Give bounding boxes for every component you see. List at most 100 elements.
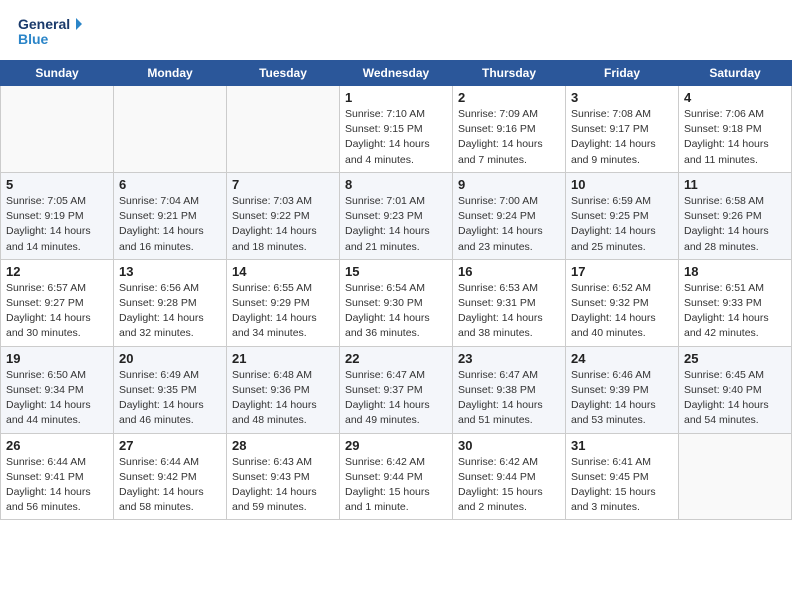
day-number: 13	[119, 264, 221, 279]
page-header: General Blue	[0, 0, 792, 60]
day-info: Sunrise: 6:51 AM Sunset: 9:33 PM Dayligh…	[684, 281, 786, 342]
day-header-sunday: Sunday	[1, 61, 114, 86]
calendar-cell: 3 Sunrise: 7:08 AM Sunset: 9:17 PM Daylig…	[566, 86, 679, 173]
day-info: Sunrise: 7:04 AM Sunset: 9:21 PM Dayligh…	[119, 194, 221, 255]
calendar-cell: 8Sunrise: 7:01 AM Sunset: 9:23 PM Daylig…	[340, 172, 453, 259]
day-number: 27	[119, 438, 221, 453]
day-number: 20	[119, 351, 221, 366]
calendar-table: SundayMondayTuesdayWednesdayThursdayFrid…	[0, 60, 792, 520]
calendar-cell: 10Sunrise: 6:59 AM Sunset: 9:25 PM Dayli…	[566, 172, 679, 259]
day-number: 2	[458, 90, 560, 105]
calendar-cell: 29 Sunrise: 6:42 AM Sunset: 9:44 PM Dayli…	[340, 433, 453, 520]
day-number: 3	[571, 90, 673, 105]
logo-svg: General Blue	[18, 14, 88, 52]
calendar-cell: 11 Sunrise: 6:58 AM Sunset: 9:26 PM Dayli…	[679, 172, 792, 259]
day-number: 17	[571, 264, 673, 279]
day-info: Sunrise: 6:58 AM Sunset: 9:26 PM Dayligh…	[684, 194, 786, 255]
day-number: 14	[232, 264, 334, 279]
calendar-week-4: 19Sunrise: 6:50 AM Sunset: 9:34 PM Dayli…	[1, 346, 792, 433]
day-header-tuesday: Tuesday	[227, 61, 340, 86]
calendar-cell: 6 Sunrise: 7:04 AM Sunset: 9:21 PM Daylig…	[114, 172, 227, 259]
day-info: Sunrise: 7:03 AM Sunset: 9:22 PM Dayligh…	[232, 194, 334, 255]
calendar-cell: 14 Sunrise: 6:55 AM Sunset: 9:29 PM Dayli…	[227, 259, 340, 346]
calendar-cell: 17 Sunrise: 6:52 AM Sunset: 9:32 PM Dayli…	[566, 259, 679, 346]
calendar-cell: 18 Sunrise: 6:51 AM Sunset: 9:33 PM Dayli…	[679, 259, 792, 346]
day-info: Sunrise: 6:44 AM Sunset: 9:41 PM Dayligh…	[6, 455, 108, 516]
day-info: Sunrise: 6:46 AM Sunset: 9:39 PM Dayligh…	[571, 368, 673, 429]
day-header-monday: Monday	[114, 61, 227, 86]
day-info: Sunrise: 6:54 AM Sunset: 9:30 PM Dayligh…	[345, 281, 447, 342]
day-info: Sunrise: 7:10 AM Sunset: 9:15 PM Dayligh…	[345, 107, 447, 168]
calendar-cell: 15 Sunrise: 6:54 AM Sunset: 9:30 PM Dayli…	[340, 259, 453, 346]
day-number: 18	[684, 264, 786, 279]
calendar-cell: 21 Sunrise: 6:48 AM Sunset: 9:36 PM Dayli…	[227, 346, 340, 433]
calendar-week-3: 12 Sunrise: 6:57 AM Sunset: 9:27 PM Dayli…	[1, 259, 792, 346]
day-info: Sunrise: 6:47 AM Sunset: 9:38 PM Dayligh…	[458, 368, 560, 429]
calendar-cell: 22 Sunrise: 6:47 AM Sunset: 9:37 PM Dayli…	[340, 346, 453, 433]
calendar-cell	[114, 86, 227, 173]
day-number: 6	[119, 177, 221, 192]
day-number: 4	[684, 90, 786, 105]
day-number: 15	[345, 264, 447, 279]
day-number: 24	[571, 351, 673, 366]
day-number: 21	[232, 351, 334, 366]
calendar-week-2: 5 Sunrise: 7:05 AM Sunset: 9:19 PM Daylig…	[1, 172, 792, 259]
day-info: Sunrise: 6:56 AM Sunset: 9:28 PM Dayligh…	[119, 281, 221, 342]
calendar-cell: 9Sunrise: 7:00 AM Sunset: 9:24 PM Daylig…	[453, 172, 566, 259]
day-info: Sunrise: 6:47 AM Sunset: 9:37 PM Dayligh…	[345, 368, 447, 429]
day-info: Sunrise: 6:43 AM Sunset: 9:43 PM Dayligh…	[232, 455, 334, 516]
day-info: Sunrise: 6:53 AM Sunset: 9:31 PM Dayligh…	[458, 281, 560, 342]
calendar-cell: 5 Sunrise: 7:05 AM Sunset: 9:19 PM Daylig…	[1, 172, 114, 259]
day-number: 25	[684, 351, 786, 366]
calendar-cell: 24 Sunrise: 6:46 AM Sunset: 9:39 PM Dayli…	[566, 346, 679, 433]
calendar-week-5: 26 Sunrise: 6:44 AM Sunset: 9:41 PM Dayli…	[1, 433, 792, 520]
calendar-cell: 31Sunrise: 6:41 AM Sunset: 9:45 PM Dayli…	[566, 433, 679, 520]
day-info: Sunrise: 6:44 AM Sunset: 9:42 PM Dayligh…	[119, 455, 221, 516]
day-info: Sunrise: 6:48 AM Sunset: 9:36 PM Dayligh…	[232, 368, 334, 429]
calendar-cell: 27 Sunrise: 6:44 AM Sunset: 9:42 PM Dayli…	[114, 433, 227, 520]
calendar-cell: 25 Sunrise: 6:45 AM Sunset: 9:40 PM Dayli…	[679, 346, 792, 433]
calendar-cell	[679, 433, 792, 520]
calendar-cell: 4 Sunrise: 7:06 AM Sunset: 9:18 PM Daylig…	[679, 86, 792, 173]
day-info: Sunrise: 6:49 AM Sunset: 9:35 PM Dayligh…	[119, 368, 221, 429]
day-info: Sunrise: 6:50 AM Sunset: 9:34 PM Dayligh…	[6, 368, 108, 429]
calendar-cell: 20 Sunrise: 6:49 AM Sunset: 9:35 PM Dayli…	[114, 346, 227, 433]
calendar-week-1: 1 Sunrise: 7:10 AM Sunset: 9:15 PM Daylig…	[1, 86, 792, 173]
calendar-cell: 19Sunrise: 6:50 AM Sunset: 9:34 PM Dayli…	[1, 346, 114, 433]
day-number: 23	[458, 351, 560, 366]
day-info: Sunrise: 7:06 AM Sunset: 9:18 PM Dayligh…	[684, 107, 786, 168]
calendar-cell: 16 Sunrise: 6:53 AM Sunset: 9:31 PM Dayli…	[453, 259, 566, 346]
calendar-cell: 23 Sunrise: 6:47 AM Sunset: 9:38 PM Dayli…	[453, 346, 566, 433]
day-info: Sunrise: 7:09 AM Sunset: 9:16 PM Dayligh…	[458, 107, 560, 168]
day-number: 11	[684, 177, 786, 192]
day-info: Sunrise: 6:55 AM Sunset: 9:29 PM Dayligh…	[232, 281, 334, 342]
day-number: 30	[458, 438, 560, 453]
day-info: Sunrise: 7:01 AM Sunset: 9:23 PM Dayligh…	[345, 194, 447, 255]
day-number: 26	[6, 438, 108, 453]
day-info: Sunrise: 6:45 AM Sunset: 9:40 PM Dayligh…	[684, 368, 786, 429]
day-info: Sunrise: 6:42 AM Sunset: 9:44 PM Dayligh…	[458, 455, 560, 516]
logo: General Blue	[18, 14, 88, 52]
day-number: 10	[571, 177, 673, 192]
day-info: Sunrise: 7:08 AM Sunset: 9:17 PM Dayligh…	[571, 107, 673, 168]
day-number: 16	[458, 264, 560, 279]
calendar-cell: 1 Sunrise: 7:10 AM Sunset: 9:15 PM Daylig…	[340, 86, 453, 173]
calendar-header-row: SundayMondayTuesdayWednesdayThursdayFrid…	[1, 61, 792, 86]
day-info: Sunrise: 6:42 AM Sunset: 9:44 PM Dayligh…	[345, 455, 447, 516]
calendar-cell: 7 Sunrise: 7:03 AM Sunset: 9:22 PM Daylig…	[227, 172, 340, 259]
day-number: 12	[6, 264, 108, 279]
day-info: Sunrise: 7:05 AM Sunset: 9:19 PM Dayligh…	[6, 194, 108, 255]
day-number: 1	[345, 90, 447, 105]
day-info: Sunrise: 6:52 AM Sunset: 9:32 PM Dayligh…	[571, 281, 673, 342]
svg-text:General: General	[18, 16, 70, 32]
calendar-cell: 12 Sunrise: 6:57 AM Sunset: 9:27 PM Dayli…	[1, 259, 114, 346]
calendar-cell: 2 Sunrise: 7:09 AM Sunset: 9:16 PM Daylig…	[453, 86, 566, 173]
day-number: 7	[232, 177, 334, 192]
day-number: 22	[345, 351, 447, 366]
day-header-thursday: Thursday	[453, 61, 566, 86]
calendar-cell: 13 Sunrise: 6:56 AM Sunset: 9:28 PM Dayli…	[114, 259, 227, 346]
day-info: Sunrise: 6:57 AM Sunset: 9:27 PM Dayligh…	[6, 281, 108, 342]
calendar-cell	[1, 86, 114, 173]
day-number: 29	[345, 438, 447, 453]
day-number: 5	[6, 177, 108, 192]
